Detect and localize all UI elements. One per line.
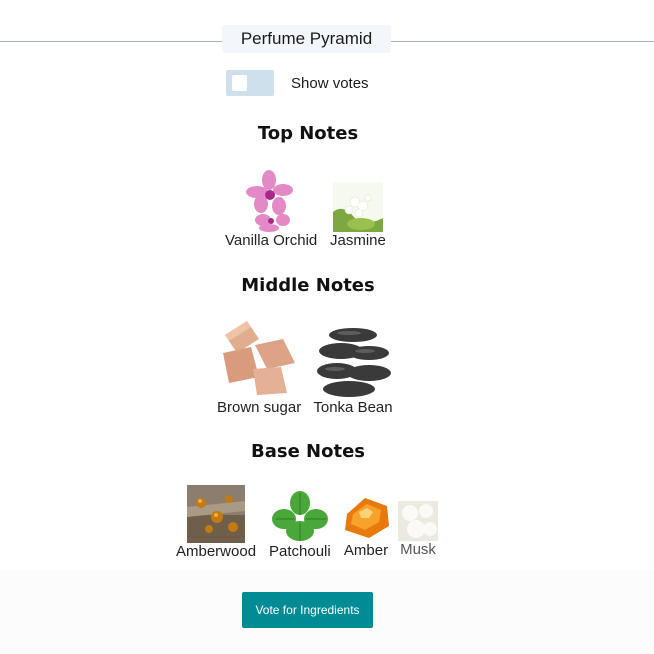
note-amber[interactable]: Amber (339, 492, 393, 560)
patchouli-image (269, 489, 330, 543)
note-label: Vanilla Orchid (225, 232, 318, 249)
note-amberwood[interactable]: Amberwood (176, 485, 256, 561)
tonka-bean-image (313, 323, 393, 399)
section-title-middle-notes: Middle Notes (241, 275, 375, 296)
show-votes-row: Show votes (226, 70, 369, 96)
note-label: Brown sugar (217, 399, 302, 416)
note-label: Musk (400, 541, 436, 558)
page-title: Perfume Pyramid (222, 25, 391, 53)
note-label: Jasmine (330, 232, 386, 249)
note-label: Amberwood (176, 543, 257, 560)
brown-sugar-image (217, 317, 302, 399)
musk-image (398, 501, 438, 541)
note-tonka-bean[interactable]: Tonka Bean (313, 323, 393, 417)
note-patchouli[interactable]: Patchouli (269, 489, 331, 561)
jasmine-image (332, 182, 383, 232)
amberwood-image (187, 485, 246, 543)
note-jasmine[interactable]: Jasmine (330, 182, 386, 250)
note-label: Amber (343, 542, 389, 559)
note-label: Tonka Bean (313, 399, 393, 416)
section-title-base-notes: Base Notes (250, 441, 365, 462)
note-brown-sugar[interactable]: Brown sugar (217, 317, 301, 417)
page-title-text: Perfume Pyramid (240, 29, 373, 48)
note-vanilla-orchid[interactable]: Vanilla Orchid (225, 168, 317, 250)
toggle-knob (232, 75, 247, 91)
vote-for-ingredients-button[interactable]: Vote for Ingredients (242, 592, 373, 628)
show-votes-label: Show votes (291, 74, 369, 92)
orchid-image (239, 168, 304, 232)
show-votes-toggle[interactable] (226, 70, 274, 96)
note-musk[interactable]: Musk (398, 501, 438, 559)
note-label: Patchouli (269, 543, 331, 560)
section-title-top-notes: Top Notes (257, 123, 359, 144)
amber-image (339, 492, 393, 542)
